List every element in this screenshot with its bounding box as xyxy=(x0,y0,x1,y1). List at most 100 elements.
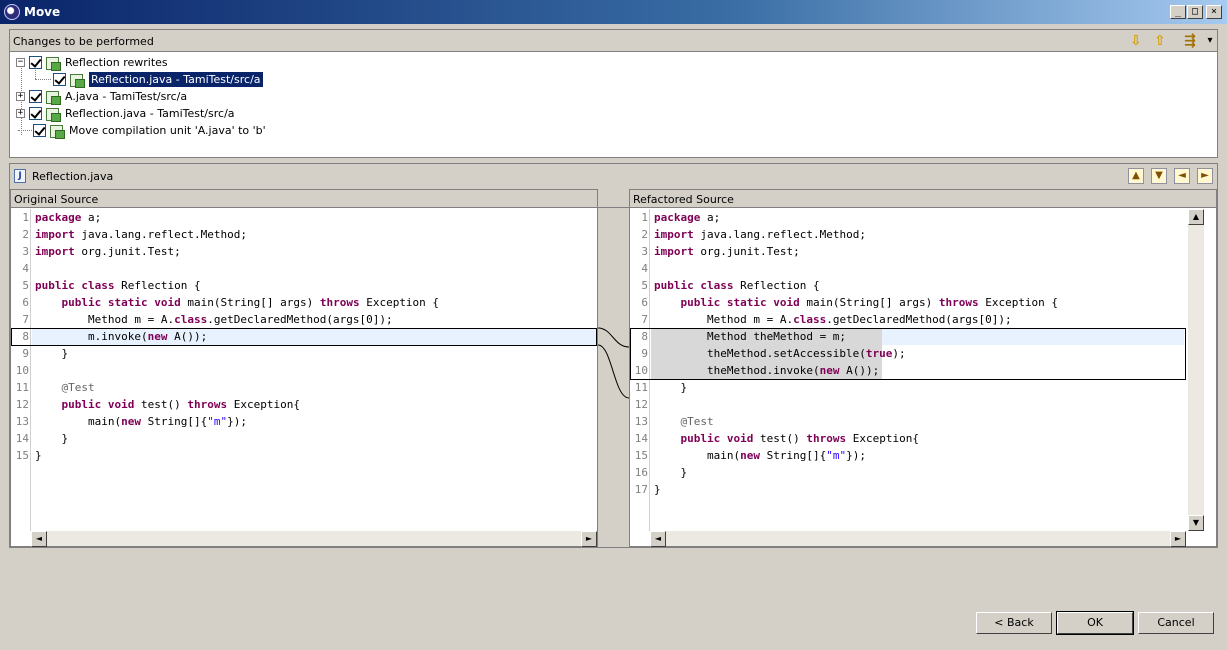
line-number: 15 xyxy=(634,449,648,462)
code-token: test() xyxy=(134,398,188,411)
scroll-down-icon[interactable]: ▼ xyxy=(1188,515,1204,531)
code-token: Reflection { xyxy=(114,279,201,292)
code-line: } xyxy=(35,430,68,447)
line-number: 14 xyxy=(634,432,648,445)
change-icon xyxy=(45,56,61,71)
code-token: static xyxy=(726,296,767,309)
code-token: org.junit.Test; xyxy=(693,245,800,258)
reflection-java-child-checkbox[interactable] xyxy=(53,73,66,86)
original-source-title: Original Source xyxy=(11,190,597,208)
refactored-source-title: Refactored Source xyxy=(630,190,1216,208)
code-line: package a; xyxy=(654,209,720,226)
code-token: Exception{ xyxy=(227,398,300,411)
reflection-rewrites-checkbox[interactable] xyxy=(29,56,42,69)
code-token: throws xyxy=(806,432,847,445)
compare-file-tab: J Reflection.java xyxy=(14,169,113,183)
code-token: Exception { xyxy=(359,296,440,309)
code-token: } xyxy=(654,466,688,479)
scroll-right-icon[interactable]: ► xyxy=(1170,531,1186,547)
filter-icon[interactable]: ⇶ xyxy=(1182,33,1198,49)
code-token: "m" xyxy=(207,415,228,428)
code-line: main(new String[]{"m"}); xyxy=(654,447,866,464)
code-line: } xyxy=(35,345,68,362)
code-token: void xyxy=(726,432,754,445)
line-number: 6 xyxy=(22,296,29,309)
code-token: package xyxy=(35,211,82,224)
copy-right-icon[interactable]: ► xyxy=(1197,168,1213,184)
line-number: 12 xyxy=(15,398,29,411)
code-token: String[]{ xyxy=(140,415,208,428)
code-token: Reflection { xyxy=(733,279,820,292)
collapse-icon[interactable]: − xyxy=(16,58,25,67)
tree-node-reflection-rewrites[interactable]: − Reflection rewrites xyxy=(16,54,168,71)
tree-node-reflection-java[interactable]: + Reflection.java - TamiTest/src/a xyxy=(16,105,235,122)
code-token: class xyxy=(174,313,208,326)
previous-difference-icon[interactable]: ▲ xyxy=(1128,168,1144,184)
code-token: java.lang.reflect.Method; xyxy=(693,228,866,241)
next-change-icon[interactable]: ⇩ xyxy=(1128,33,1144,49)
scroll-left-icon[interactable]: ◄ xyxy=(650,531,666,547)
scroll-left-icon[interactable]: ◄ xyxy=(31,531,47,547)
refactored-code-editor[interactable]: 1 2 3 4 5 6 7 8 9 10 11 12 13 14 15 16 17 package a; impor… xyxy=(630,209,1186,531)
copy-left-icon[interactable]: ◄ xyxy=(1174,168,1190,184)
view-menu-icon[interactable]: ▾ xyxy=(1202,33,1218,49)
code-token: java.lang.reflect.Method; xyxy=(74,228,247,241)
line-number: 6 xyxy=(641,296,648,309)
code-line: } xyxy=(35,447,42,464)
line-number: 2 xyxy=(22,228,29,241)
refactored-horizontal-scrollbar[interactable]: ◄ ► xyxy=(650,530,1186,547)
code-token: main(String[] args) xyxy=(799,296,939,309)
code-token: void xyxy=(154,296,181,309)
tree-node-label: Reflection.java - TamiTest/src/a xyxy=(65,107,235,120)
diff-connector-gutter xyxy=(598,189,629,547)
a-java-checkbox[interactable] xyxy=(29,90,42,103)
move-compilation-unit-checkbox[interactable] xyxy=(33,124,46,137)
cancel-button[interactable]: Cancel xyxy=(1138,612,1214,634)
change-icon xyxy=(49,124,65,139)
code-line: } xyxy=(654,379,687,396)
code-token: @Test xyxy=(61,381,95,394)
code-token: import xyxy=(654,245,694,258)
original-code-editor[interactable]: 1 2 3 4 5 6 7 8 9 10 11 12 13 14 15 package a; import ja… xyxy=(11,209,597,531)
line-number: 4 xyxy=(22,262,29,275)
maximize-button[interactable]: □ xyxy=(1187,5,1203,19)
back-button[interactable]: < Back xyxy=(976,612,1052,634)
scroll-right-icon[interactable]: ► xyxy=(581,531,597,547)
close-button[interactable]: × xyxy=(1206,5,1222,19)
code-line: import java.lang.reflect.Method; xyxy=(35,226,247,243)
code-line: public class Reflection { xyxy=(35,277,201,294)
code-line: } xyxy=(654,481,661,498)
code-token: Exception{ xyxy=(846,432,919,445)
title-bar[interactable]: Move _ □ × xyxy=(0,0,1227,24)
tree-node-label: A.java - TamiTest/src/a xyxy=(65,90,188,103)
expand-icon[interactable]: + xyxy=(16,109,25,118)
refactored-vertical-scrollbar[interactable]: ▲ ▼ xyxy=(1188,209,1204,531)
tree-node-reflection-java-child[interactable]: Reflection.java - TamiTest/src/a xyxy=(53,71,263,88)
original-source-pane: Original Source 1 2 3 4 5 6 7 8 9 10 11 12 13 14 15 pac… xyxy=(10,189,598,547)
code-line: import org.junit.Test; xyxy=(654,243,800,260)
code-token: } xyxy=(35,449,42,462)
code-token: new xyxy=(121,415,141,428)
expand-icon[interactable]: + xyxy=(16,92,25,101)
code-token: Method m = A. xyxy=(35,313,175,326)
ok-button[interactable]: OK xyxy=(1056,611,1134,635)
code-token: import xyxy=(654,228,694,241)
code-token: }); xyxy=(227,415,247,428)
original-horizontal-scrollbar[interactable]: ◄ ► xyxy=(31,530,597,547)
reflection-java-checkbox[interactable] xyxy=(29,107,42,120)
code-token: class xyxy=(793,313,827,326)
code-token: class xyxy=(700,279,734,292)
change-icon xyxy=(45,90,61,105)
compare-header: J Reflection.java ▲ ▼ ◄ ► xyxy=(10,164,1217,188)
compare-viewer: J Reflection.java ▲ ▼ ◄ ► Original Sourc… xyxy=(9,163,1218,548)
previous-change-icon[interactable]: ⇧ xyxy=(1152,33,1168,49)
tree-node-move-compilation-unit[interactable]: Move compilation unit 'A.java' to 'b' xyxy=(33,122,266,139)
minimize-button[interactable]: _ xyxy=(1170,5,1186,19)
line-number: 5 xyxy=(22,279,29,292)
scroll-up-icon[interactable]: ▲ xyxy=(1188,209,1204,225)
next-difference-icon[interactable]: ▼ xyxy=(1151,168,1167,184)
line-number: 3 xyxy=(22,245,29,258)
tree-node-a-java[interactable]: + A.java - TamiTest/src/a xyxy=(16,88,187,105)
